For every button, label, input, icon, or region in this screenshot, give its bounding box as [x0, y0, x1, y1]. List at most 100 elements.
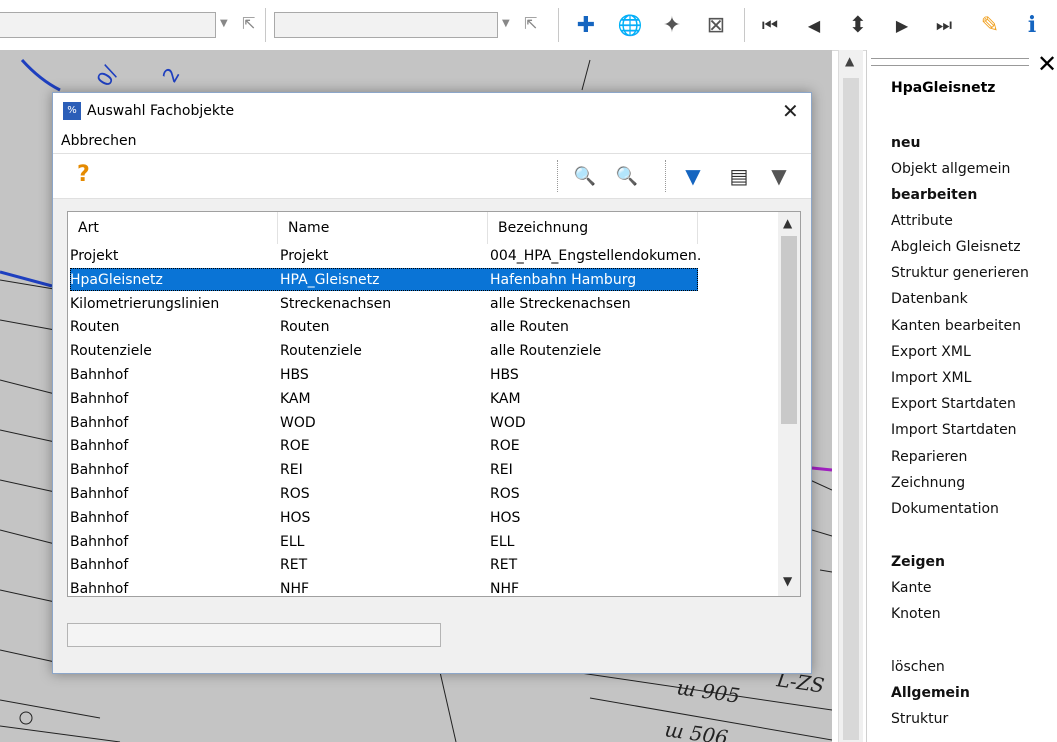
filter-reset-icon[interactable]: ▼ [765, 162, 793, 190]
table-row[interactable]: Bahnhof WOD WOD [68, 411, 778, 435]
context-panel: ✕ HpaGleisnetz neu Objekt allgemein bear… [866, 50, 1057, 742]
add-icon[interactable]: ✚ [572, 10, 600, 40]
cell-bezeichnung: NHF [490, 581, 520, 597]
pin-icon[interactable]: ✦ [658, 10, 686, 40]
map-scrollbar[interactable]: ▲ [838, 50, 863, 742]
last-icon[interactable]: ⏭ [930, 10, 958, 40]
panel-item-kanten-bearbeiten[interactable]: Kanten bearbeiten [891, 317, 1021, 335]
panel-item-zeichnung[interactable]: Zeichnung [891, 474, 965, 492]
cell-name: ELL [280, 533, 305, 550]
globe-icon[interactable]: 🌐 [616, 10, 644, 40]
table-row[interactable]: Bahnhof HBS HBS [68, 363, 778, 387]
prev-icon[interactable]: ◀ [800, 10, 828, 40]
chevron-down-icon[interactable]: ▼ [783, 574, 792, 588]
panel-item-abgleich-gleisnetz[interactable]: Abgleich Gleisnetz [891, 238, 1021, 256]
panel-item-import-startdaten[interactable]: Import Startdaten [891, 421, 1017, 439]
cursor-icon[interactable]: ⇱ [524, 14, 537, 33]
table-row[interactable]: Bahnhof KAM KAM [68, 387, 778, 411]
table-row[interactable]: HpaGleisnetz HPA_Gleisnetz Hafenbahn Hambu… [68, 267, 778, 292]
table-row[interactable]: Bahnhof ROE ROE [68, 434, 778, 458]
panel-item-allgemein[interactable]: Allgemein [891, 684, 970, 702]
panel-item-struktur-generieren[interactable]: Struktur generieren [891, 264, 1029, 282]
chevron-down-icon[interactable]: ▼ [502, 18, 510, 29]
cell-bezeichnung: ELL [490, 533, 515, 550]
scroll-up-icon[interactable]: ▲ [845, 54, 854, 68]
cell-name: WOD [280, 414, 316, 431]
cursor-icon[interactable]: ⇱ [242, 14, 255, 33]
filter-table-icon[interactable]: ▤ [725, 162, 753, 190]
table-row[interactable]: Bahnhof HOS HOS [68, 506, 778, 530]
toolbar-divider [665, 160, 667, 192]
dialog-titlebar[interactable]: % Auswahl Fachobjekte ✕ [53, 93, 811, 129]
panel-item-export-xml[interactable]: Export XML [891, 343, 971, 361]
panel-item-export-startdaten[interactable]: Export Startdaten [891, 395, 1016, 413]
dialog-toolbar: ? 🔍 🔍 ▼ ▤ ▼ [53, 153, 811, 199]
zoom-icon[interactable]: 🔍 [571, 162, 599, 190]
cell-art: Bahnhof [70, 462, 129, 479]
table-row[interactable]: Bahnhof RET RET [68, 553, 778, 577]
column-header-name[interactable]: Name [278, 212, 488, 244]
cell-name: Streckenachsen [280, 295, 392, 312]
info-icon[interactable]: i [1018, 10, 1046, 40]
cell-art: Routen [70, 319, 120, 336]
table-scrollbar[interactable]: ▲ ▼ [778, 212, 800, 596]
updown-icon[interactable]: ⬍ [844, 10, 872, 40]
abbrechen-menu-item[interactable]: Abbrechen [61, 133, 136, 149]
table-row[interactable]: Projekt Projekt 004_HPA_Engstellendokumen… [68, 244, 778, 268]
cell-bezeichnung: 004_HPA_Engstellendokumen… [490, 248, 700, 264]
column-header-art[interactable]: Art [68, 212, 278, 244]
next-icon[interactable]: ▶ [888, 10, 916, 40]
chevron-up-icon[interactable]: ▲ [783, 216, 792, 230]
close-icon[interactable]: ✕ [1037, 50, 1057, 78]
table-row[interactable]: Bahnhof REI REI [68, 458, 778, 482]
table-row[interactable]: Bahnhof NHF NHF [68, 577, 778, 597]
cell-name: REI [280, 462, 303, 479]
cell-bezeichnung: HOS [490, 509, 521, 526]
first-icon[interactable]: ⏮ [756, 10, 784, 40]
panel-item-kante[interactable]: Kante [891, 579, 932, 597]
cell-name: Routenziele [280, 343, 362, 360]
close-window-icon[interactable]: ⊠ [702, 10, 730, 40]
pencil-icon[interactable]: ✎ [976, 10, 1004, 40]
panel-item-import-xml[interactable]: Import XML [891, 369, 971, 387]
panel-item-bearbeiten[interactable]: bearbeiten [891, 186, 977, 204]
table-row[interactable]: Bahnhof ROS ROS [68, 482, 778, 506]
column-header-bezeichnung[interactable]: Bezeichnung [488, 212, 698, 244]
cell-art: Bahnhof [70, 390, 129, 407]
table-row[interactable]: Routenziele Routenziele alle Routenziele [68, 339, 778, 363]
cell-art: Bahnhof [70, 367, 129, 383]
close-icon[interactable]: ✕ [782, 99, 799, 123]
panel-item-dokumentation[interactable]: Dokumentation [891, 500, 999, 518]
main-toolbar: ▼ ⇱ ▼ ⇱ ✚ 🌐 ✦ ⊠ ⏮ ◀ ⬍ ▶ ⏭ ✎ i [0, 0, 1057, 51]
cell-bezeichnung: HBS [490, 367, 519, 383]
panel-item-reparieren[interactable]: Reparieren [891, 448, 967, 466]
cell-art: Routenziele [70, 343, 152, 360]
cell-art: HpaGleisnetz [70, 271, 163, 288]
object-combo[interactable] [274, 12, 498, 38]
dialog-menu: Abbrechen [53, 129, 811, 153]
table-row[interactable]: Bahnhof ELL ELL [68, 530, 778, 554]
panel-item-zeigen[interactable]: Zeigen [891, 553, 945, 571]
panel-item-knoten[interactable]: Knoten [891, 605, 941, 623]
layer-combo[interactable] [0, 12, 216, 38]
panel-item-objekt-allgemein[interactable]: Objekt allgemein [891, 160, 1010, 178]
cell-name: ROS [280, 486, 310, 502]
panel-grip[interactable] [871, 58, 1029, 66]
panel-item-neu[interactable]: neu [891, 134, 920, 152]
help-icon[interactable]: ? [77, 162, 90, 187]
filter-edit-icon[interactable]: ▼ [679, 162, 707, 190]
panel-item-struktur[interactable]: Struktur [891, 710, 948, 728]
panel-item-loeschen[interactable]: löschen [891, 658, 945, 676]
panel-item-attribute[interactable]: Attribute [891, 212, 953, 230]
cell-art: Bahnhof [70, 486, 129, 502]
table-row[interactable]: Routen Routen alle Routen [68, 315, 778, 339]
table-row[interactable]: Kilometrierungslinien Streckenachsen alle … [68, 292, 778, 316]
panel-item-datenbank[interactable]: Datenbank [891, 290, 968, 308]
scroll-thumb[interactable] [781, 236, 797, 424]
map-label: 2 [158, 63, 185, 86]
scroll-thumb[interactable] [843, 78, 859, 740]
chevron-down-icon[interactable]: ▼ [220, 18, 228, 29]
cell-art: Bahnhof [70, 533, 129, 550]
zoom-next-icon[interactable]: 🔍 [613, 162, 641, 190]
cell-art: Bahnhof [70, 438, 129, 455]
